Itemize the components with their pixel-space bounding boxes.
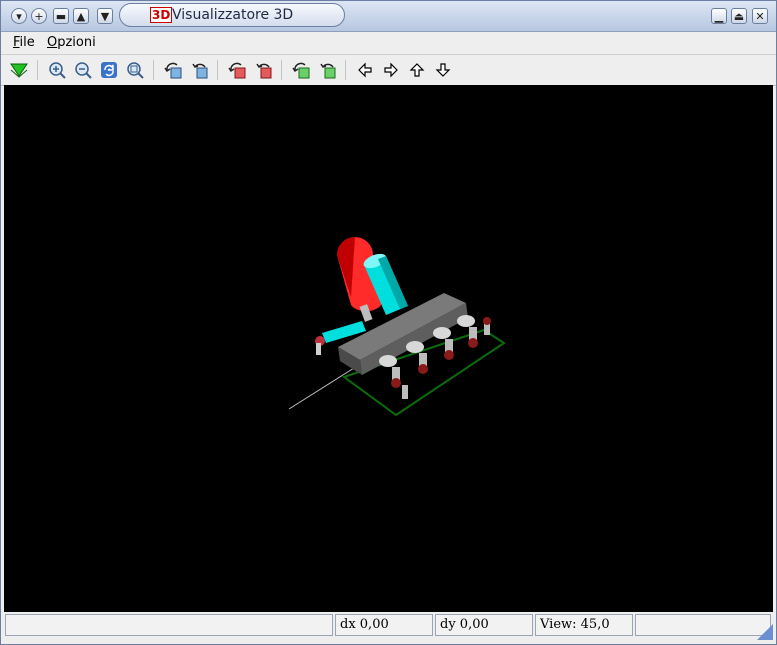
window-menu-icon[interactable]: ▾: [11, 8, 27, 24]
pan-right-icon[interactable]: [381, 60, 401, 80]
zoom-fit-icon[interactable]: [125, 60, 145, 80]
rotate-z-ccw-icon[interactable]: [291, 60, 311, 80]
minimize-icon[interactable]: ▁: [711, 8, 727, 24]
menu-opzioni-label: pzioni: [57, 35, 96, 50]
app-window: ▾ + ▬ ▲ ▼ 3D Visualizzatore 3D ▁ ⏏ ✕ Fil…: [0, 0, 777, 645]
status-bar: dx 0,00 dy 0,00 View: 45,0: [1, 612, 776, 644]
window-title-pill: 3D Visualizzatore 3D: [119, 3, 345, 27]
close-icon[interactable]: ✕: [752, 8, 768, 24]
plus-icon[interactable]: +: [31, 8, 47, 24]
shade-up-icon[interactable]: ▲: [73, 8, 89, 24]
zoom-out-icon[interactable]: [73, 60, 93, 80]
rotate-y-ccw-icon[interactable]: [227, 60, 247, 80]
menu-bar: File Opzioni: [1, 32, 776, 55]
status-field-message: [5, 614, 333, 636]
zoom-in-icon[interactable]: [47, 60, 67, 80]
toolbar-separator: [281, 60, 282, 80]
toolbar: [1, 55, 776, 86]
load-icon[interactable]: [9, 60, 29, 80]
3d-viewport[interactable]: [4, 85, 773, 612]
toolbar-separator: [37, 60, 38, 80]
shade-down-icon[interactable]: ▼: [97, 8, 113, 24]
pcb-3d-scene: [288, 237, 506, 417]
pan-left-icon[interactable]: [355, 60, 375, 80]
wire-lead: [288, 367, 355, 410]
toolbar-separator: [345, 60, 346, 80]
app-logo-icon: 3D: [150, 7, 173, 23]
status-view: View: 45,0: [535, 614, 633, 636]
status-field-extra: [635, 614, 771, 636]
window-title: Visualizzatore 3D: [172, 7, 294, 23]
maximize-icon[interactable]: ⏏: [731, 8, 747, 24]
rotate-x-cw-icon[interactable]: [189, 60, 209, 80]
rotate-y-cw-icon[interactable]: [253, 60, 273, 80]
rotate-z-cw-icon[interactable]: [317, 60, 337, 80]
resize-grip-icon[interactable]: [757, 624, 773, 640]
redraw-icon[interactable]: [99, 60, 119, 80]
menu-file-label: ile: [19, 35, 35, 50]
minimize-left-icon[interactable]: ▬: [53, 8, 69, 24]
toolbar-separator: [153, 60, 154, 80]
status-dy: dy 0,00: [435, 614, 533, 636]
menu-opzioni[interactable]: Opzioni: [47, 35, 96, 50]
status-dx: dx 0,00: [335, 614, 433, 636]
pan-up-icon[interactable]: [407, 60, 427, 80]
menu-file[interactable]: File: [13, 35, 35, 50]
toolbar-separator: [217, 60, 218, 80]
pan-down-icon[interactable]: [433, 60, 453, 80]
rotate-x-ccw-icon[interactable]: [163, 60, 183, 80]
title-bar[interactable]: ▾ + ▬ ▲ ▼ 3D Visualizzatore 3D ▁ ⏏ ✕: [1, 1, 776, 32]
